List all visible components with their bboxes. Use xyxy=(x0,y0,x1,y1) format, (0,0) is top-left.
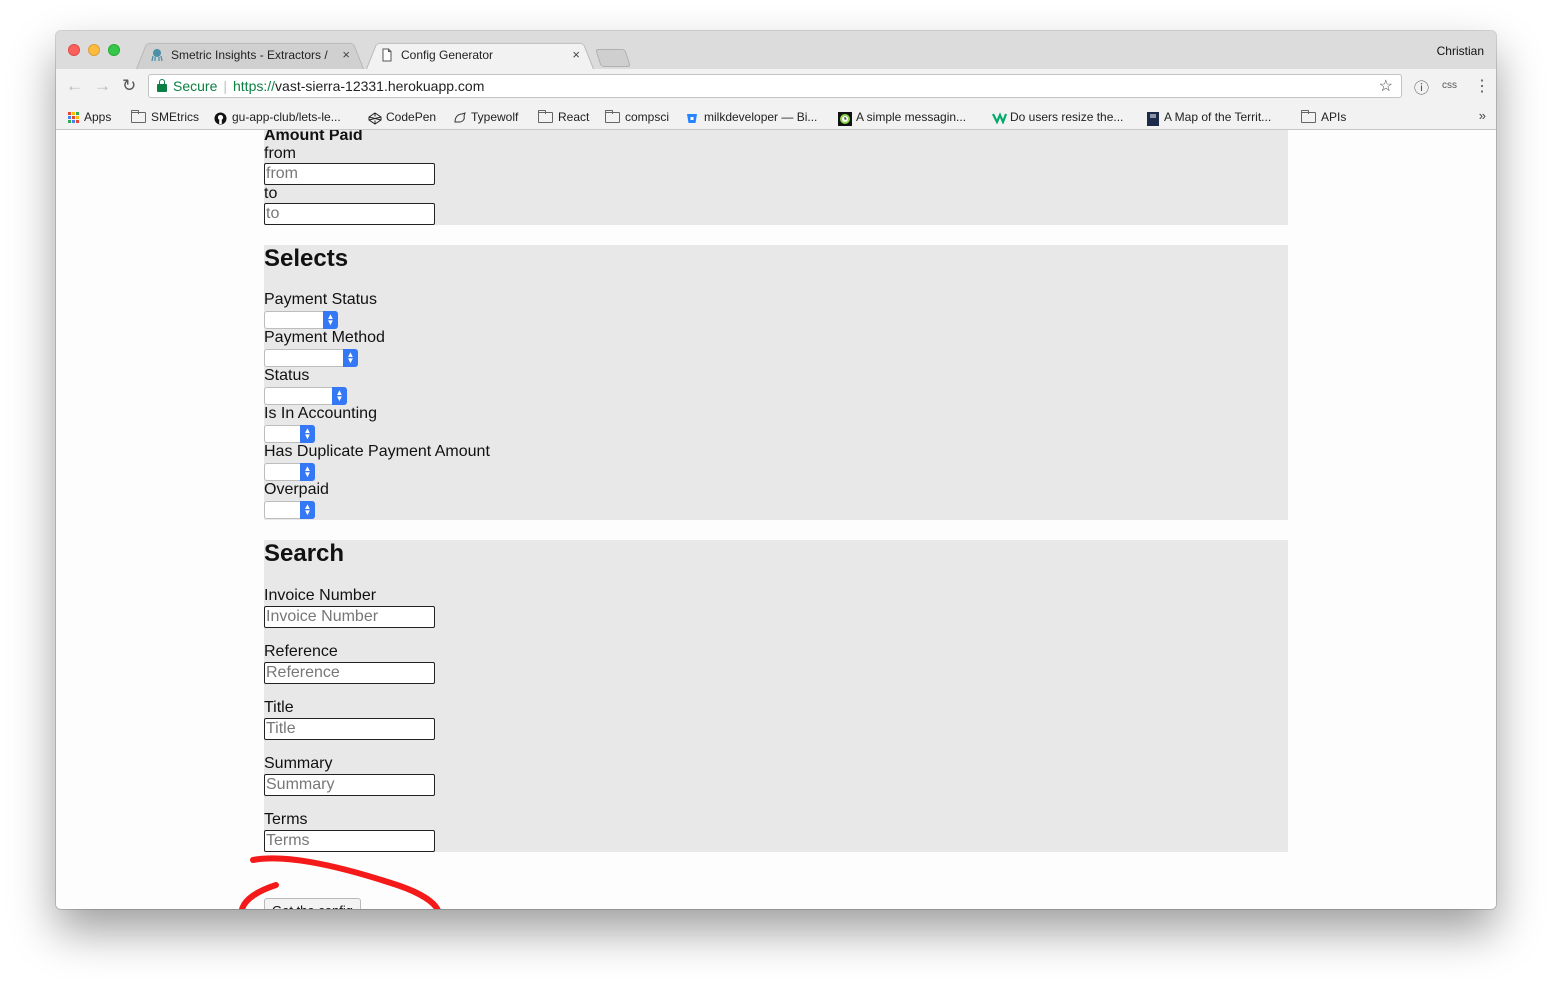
bookmark-gu-app-club[interactable]: gu-app-club/lets-le... xyxy=(214,110,341,124)
tab-strip: Smetric Insights - Extractors / × Config… xyxy=(56,31,1496,70)
info-icon[interactable]: ⓘ xyxy=(1414,77,1429,98)
reload-icon[interactable]: ↻ xyxy=(122,77,136,94)
amount-paid-section: Amount Paid from to xyxy=(264,130,1288,225)
terms-label: Terms xyxy=(264,811,308,828)
close-tab-icon[interactable]: × xyxy=(342,47,350,62)
to-label: to xyxy=(264,185,278,202)
bookmark-typewolf[interactable]: Typewolf xyxy=(453,110,518,124)
bookmark-apis[interactable]: APIs xyxy=(1301,109,1346,124)
invoice-number-input[interactable] xyxy=(264,606,435,628)
payment-status-label: Payment Status xyxy=(264,291,377,308)
payment-method-select[interactable]: ▲ ▼ xyxy=(264,349,358,367)
clock-icon xyxy=(838,111,852,126)
title-input[interactable] xyxy=(264,718,435,740)
tab-title: Config Generator xyxy=(401,47,494,62)
octopus-icon xyxy=(150,48,164,62)
close-tab-icon[interactable]: × xyxy=(572,47,580,62)
summary-label: Summary xyxy=(264,755,333,772)
search-section: Search Invoice Number Reference Title Su… xyxy=(264,540,1288,852)
is-in-accounting-label: Is In Accounting xyxy=(264,405,377,422)
search-heading: Search xyxy=(264,540,345,567)
tab-title: Smetric Insights - Extractors / xyxy=(171,47,328,62)
bookmark-star-icon[interactable]: ☆ xyxy=(1379,76,1393,96)
bookmarks-overflow-icon[interactable]: » xyxy=(1479,108,1486,123)
overpaid-select[interactable]: ▲ ▼ xyxy=(264,501,315,519)
secure-label: Secure xyxy=(173,78,218,94)
invoice-number-label: Invoice Number xyxy=(264,587,377,604)
folder-icon xyxy=(1301,109,1316,123)
apps-grid-icon xyxy=(68,111,79,123)
reference-label: Reference xyxy=(264,643,338,660)
get-config-button[interactable]: Get the config xyxy=(264,898,361,909)
bookmark-codepen[interactable]: CodePen xyxy=(368,110,436,125)
chevron-updown-icon: ▲ ▼ xyxy=(332,387,347,405)
browser-toolbar: ← → ↻ Secure | https://vast-sierra-12331… xyxy=(56,69,1496,105)
back-icon[interactable]: ← xyxy=(66,77,83,94)
browser-window: Smetric Insights - Extractors / × Config… xyxy=(56,31,1496,909)
amount-from-input[interactable] xyxy=(264,163,435,185)
has-duplicate-payment-label: Has Duplicate Payment Amount xyxy=(264,443,490,460)
menu-icon[interactable]: ⋮ xyxy=(1474,76,1490,96)
lock-icon xyxy=(157,79,167,92)
chevron-updown-icon: ▲ ▼ xyxy=(323,311,338,329)
document-icon xyxy=(380,48,394,62)
bookmark-do-users-resize[interactable]: Do users resize the... xyxy=(992,110,1123,125)
bookmark-map-of-territory[interactable]: A Map of the Territ... xyxy=(1146,110,1271,126)
bookmark-compsci[interactable]: compsci xyxy=(605,109,669,124)
bookmark-simple-messaging[interactable]: A simple messagin... xyxy=(838,110,966,126)
address-bar[interactable]: Secure | https://vast-sierra-12331.herok… xyxy=(148,74,1402,98)
tab-smetric-insights[interactable]: Smetric Insights - Extractors / × xyxy=(136,40,364,69)
profile-name[interactable]: Christian xyxy=(1437,44,1484,58)
chevron-updown-icon: ▲ ▼ xyxy=(300,463,315,481)
selects-section: Selects Payment Status ▲ ▼ Payment Method… xyxy=(264,245,1288,520)
codepen-icon xyxy=(368,111,382,125)
zoom-window-button[interactable] xyxy=(108,44,120,56)
folder-icon xyxy=(131,109,146,123)
from-label: from xyxy=(264,145,296,162)
bookmark-apps[interactable]: Apps xyxy=(68,110,111,124)
payment-status-select[interactable]: ▲ ▼ xyxy=(264,311,338,329)
folder-icon xyxy=(538,109,553,123)
folder-icon xyxy=(605,109,620,123)
payment-method-label: Payment Method xyxy=(264,329,385,346)
overpaid-label: Overpaid xyxy=(264,481,329,498)
address-separator: | xyxy=(223,78,227,94)
url-text: https://vast-sierra-12331.herokuapp.com xyxy=(233,78,485,94)
chevron-updown-icon: ▲ ▼ xyxy=(300,501,315,519)
new-tab-button[interactable] xyxy=(595,49,631,67)
github-icon xyxy=(214,112,227,124)
bitbucket-icon xyxy=(686,112,699,123)
is-in-accounting-select[interactable]: ▲ ▼ xyxy=(264,425,315,443)
bookmark-react[interactable]: React xyxy=(538,109,589,124)
summary-input[interactable] xyxy=(264,774,435,796)
amount-paid-heading: Amount Paid xyxy=(264,130,363,144)
forward-icon[interactable]: → xyxy=(94,77,111,94)
close-window-button[interactable] xyxy=(68,44,80,56)
chevron-updown-icon: ▲ ▼ xyxy=(343,349,358,367)
book-icon xyxy=(1146,111,1159,126)
amount-to-input[interactable] xyxy=(264,203,435,225)
has-duplicate-payment-select[interactable]: ▲ ▼ xyxy=(264,463,315,481)
reference-input[interactable] xyxy=(264,662,435,684)
status-select[interactable]: ▲ ▼ xyxy=(264,387,347,405)
title-label: Title xyxy=(264,699,294,716)
bookmark-milkdeveloper[interactable]: milkdeveloper — Bi... xyxy=(686,110,817,124)
typewolf-icon xyxy=(453,111,466,123)
bookmarks-bar: Apps SMEtrics gu-app-club/lets-le... Cod… xyxy=(56,105,1496,130)
css-extension-icon[interactable]: css xyxy=(1442,80,1457,91)
selects-heading: Selects xyxy=(264,245,349,272)
page-content: Amount Paid from to Selects Payment Stat… xyxy=(56,130,1496,909)
bookmark-smetrics[interactable]: SMEtrics xyxy=(131,109,199,124)
minimize-window-button[interactable] xyxy=(88,44,100,56)
status-label: Status xyxy=(264,367,310,384)
chevron-updown-icon: ▲ ▼ xyxy=(300,425,315,443)
tab-config-generator[interactable]: Config Generator × xyxy=(366,40,594,69)
terms-input[interactable] xyxy=(264,830,435,852)
medium-icon xyxy=(992,111,1008,125)
